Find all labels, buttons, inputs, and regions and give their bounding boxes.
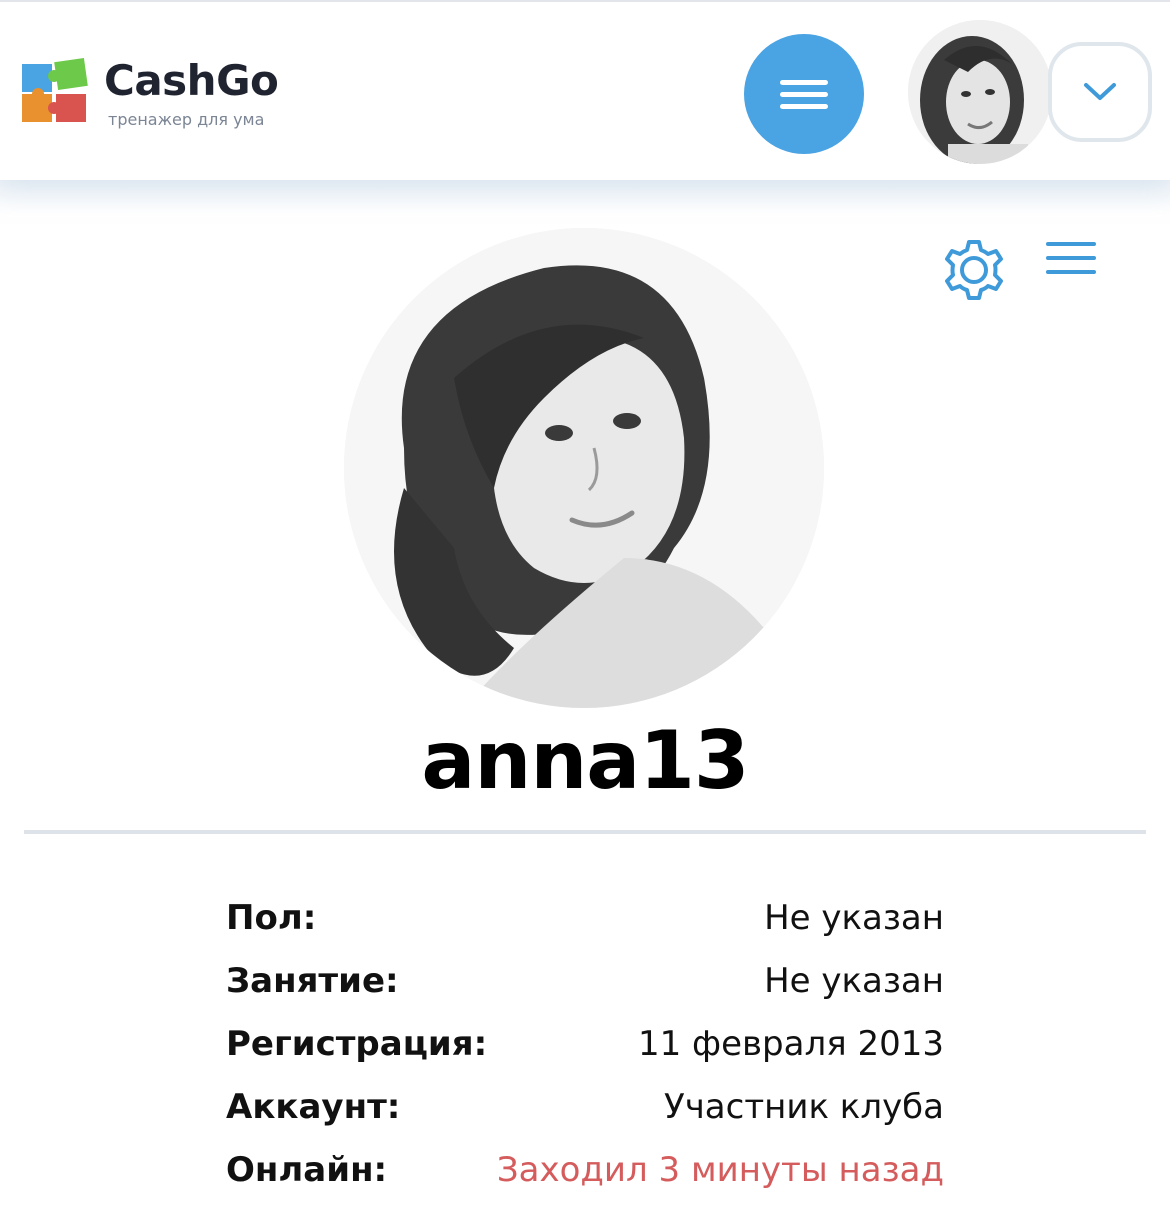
profile-photo: [344, 228, 824, 708]
brand-subtitle: тренажер для ума: [108, 110, 265, 129]
info-label: Пол:: [226, 897, 317, 938]
main-menu-button[interactable]: [744, 34, 864, 154]
profile-username: anna13: [421, 714, 749, 807]
info-label: Онлайн:: [226, 1149, 388, 1190]
settings-button[interactable]: [940, 236, 1008, 304]
online-status: Заходил 3 минуты назад: [496, 1149, 944, 1190]
user-photo-small: [908, 20, 1052, 164]
info-row-occupation: Занятие: Не указан: [226, 949, 944, 1012]
brand-logo[interactable]: CashGo тренажер для ума: [20, 52, 300, 132]
info-value: Не указан: [764, 897, 944, 938]
info-value: Не указан: [764, 960, 944, 1001]
info-value: 11 февраля 2013: [637, 1023, 944, 1064]
info-value: Участник клуба: [663, 1086, 944, 1127]
brand-title: CashGo: [104, 56, 279, 105]
profile-actions: [940, 236, 1110, 306]
info-label: Занятие:: [226, 960, 399, 1001]
info-row-account: Аккаунт: Участник клуба: [226, 1075, 944, 1138]
header-shadow: [0, 180, 1170, 216]
info-label: Аккаунт:: [226, 1086, 401, 1127]
section-divider: [24, 830, 1146, 834]
user-photo-large: [344, 228, 824, 708]
account-dropdown-button[interactable]: [1048, 42, 1152, 142]
top-header: CashGo тренажер для ума: [0, 0, 1170, 180]
list-icon: [1046, 242, 1098, 274]
list-view-button[interactable]: [1046, 242, 1098, 282]
hamburger-icon: [780, 73, 828, 116]
profile-page: CashGo тренажер для ума anna13 Пол: Не у…: [0, 0, 1170, 1224]
puzzle-logo-icon: [22, 58, 88, 122]
info-row-registration: Регистрация: 11 февраля 2013: [226, 1012, 944, 1075]
info-row-online: Онлайн: Заходил 3 минуты назад: [226, 1138, 944, 1201]
profile-info: Пол: Не указан Занятие: Не указан Регист…: [226, 886, 944, 1201]
info-row-gender: Пол: Не указан: [226, 886, 944, 949]
header-avatar[interactable]: [908, 20, 1052, 164]
info-label: Регистрация:: [226, 1023, 488, 1064]
gear-icon: [945, 240, 1003, 300]
chevron-down-icon: [1084, 83, 1116, 100]
